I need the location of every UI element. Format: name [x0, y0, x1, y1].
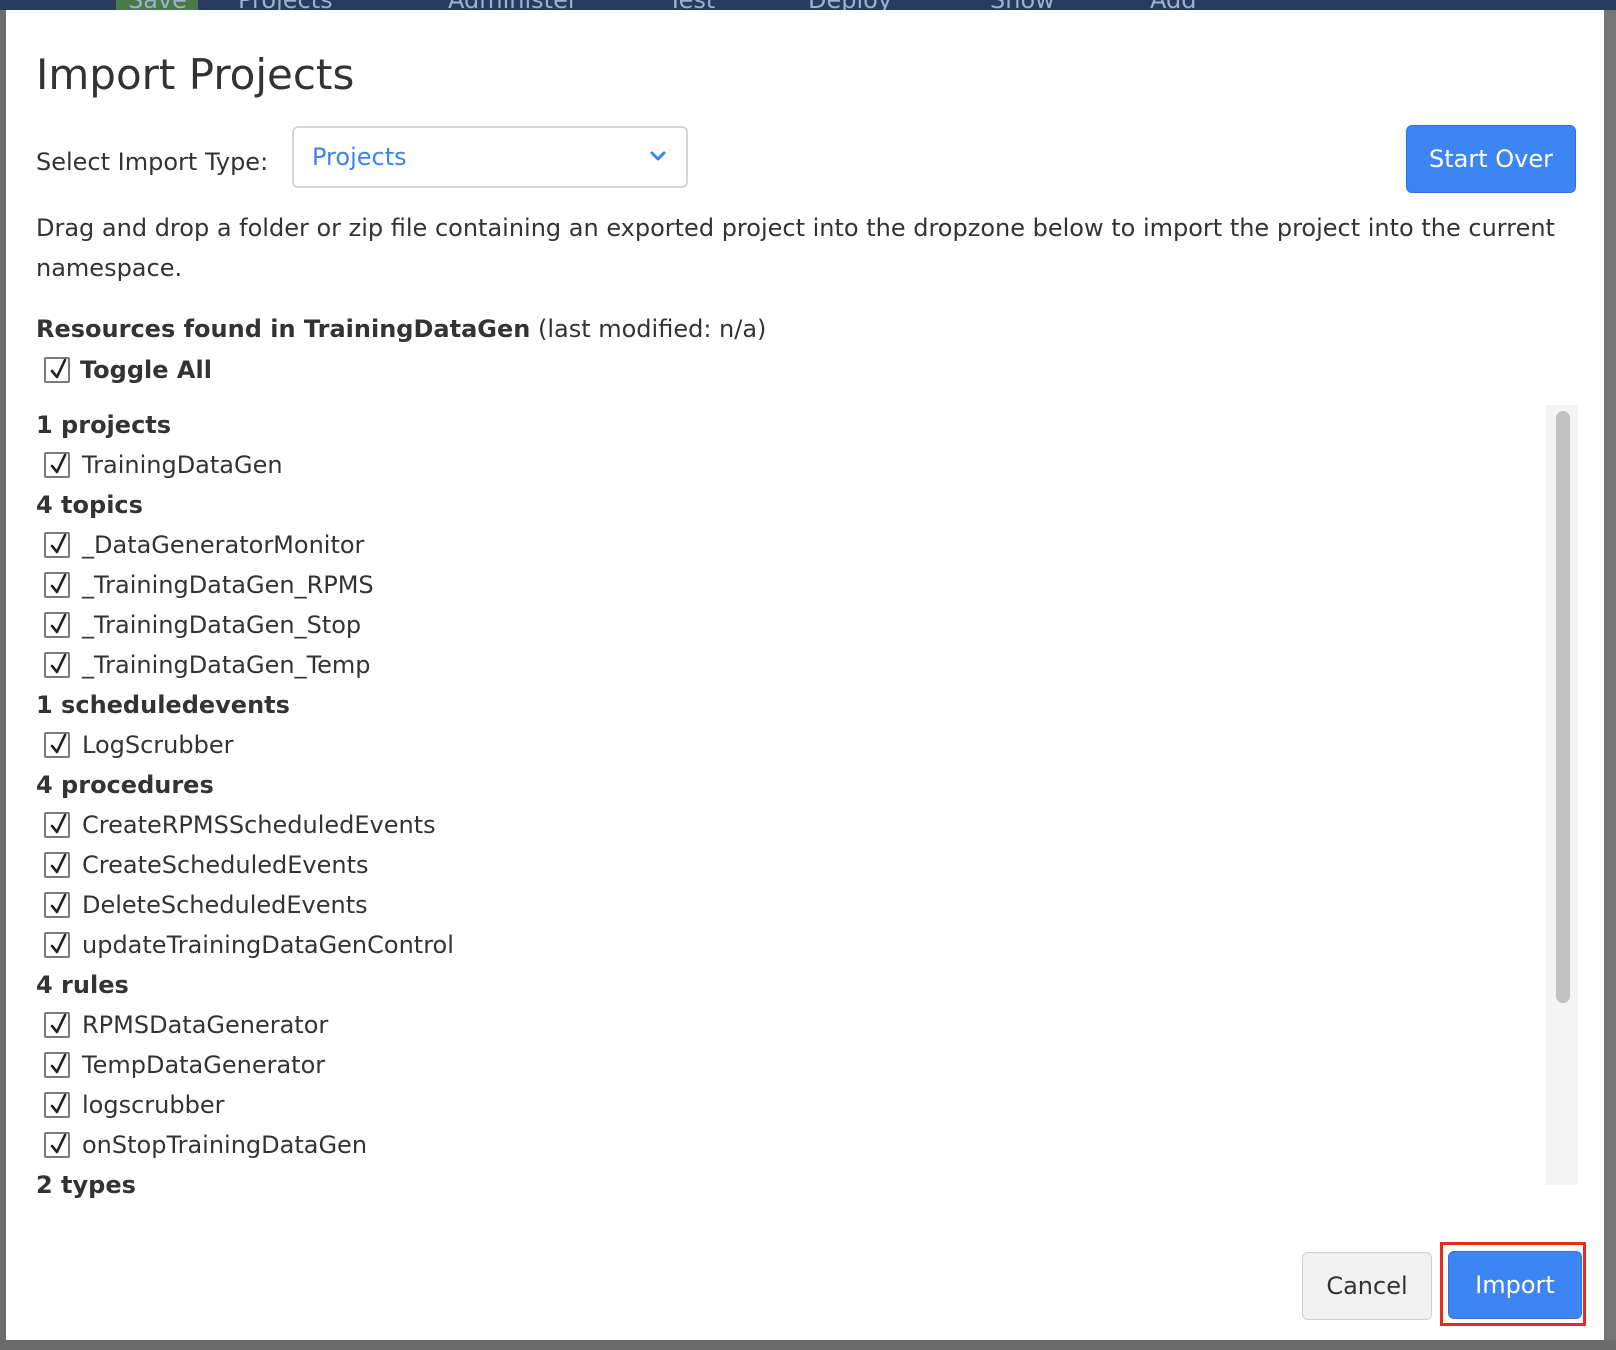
checkbox-icon[interactable] — [44, 532, 70, 558]
resource-list-scroll-area[interactable]: 1 projects TrainingDataGen 4 topics _DataGe… — [6, 405, 1578, 1205]
resource-item-label: RPMSDataGenerator — [82, 1011, 329, 1039]
toggle-all-label: Toggle All — [80, 356, 212, 384]
resource-checkbox-item[interactable]: _DataGeneratorMonitor — [36, 525, 1536, 565]
checkbox-icon[interactable] — [44, 1052, 70, 1078]
resource-group-heading: 2 types — [36, 1171, 136, 1199]
import-instructions: Drag and drop a folder or zip file conta… — [36, 214, 1555, 282]
resource-checkbox-item[interactable]: RPMSDataGenerator — [36, 1005, 1536, 1045]
resource-group-heading: 4 procedures — [36, 771, 214, 799]
import-type-value: Projects — [312, 143, 407, 171]
resource-list: 1 projects TrainingDataGen 4 topics _DataGe… — [36, 405, 1536, 1205]
resource-checkbox-item[interactable]: CreateScheduledEvents — [36, 845, 1536, 885]
chevron-down-icon — [650, 151, 666, 161]
checkbox-icon[interactable] — [44, 892, 70, 918]
resource-checkbox-item[interactable]: logscrubber — [36, 1085, 1536, 1125]
resource-item-label: TrainingDataGen — [82, 451, 283, 479]
import-button[interactable]: Import — [1448, 1251, 1582, 1319]
resource-item-label: updateTrainingDataGenControl — [82, 931, 454, 959]
resource-checkbox-item[interactable]: LogScrubber — [36, 725, 1536, 765]
toggle-all-checkbox[interactable]: Toggle All — [44, 356, 212, 384]
resource-item-label: DeleteScheduledEvents — [82, 891, 368, 919]
resource-item-label: _TrainingDataGen_Stop — [82, 611, 362, 639]
resources-last-modified: (last modified: n/a) — [530, 315, 767, 343]
resource-checkbox-item[interactable]: DeleteScheduledEvents — [36, 885, 1536, 925]
background-right-edge — [1604, 10, 1616, 1350]
resource-item-label: _TrainingDataGen_Temp — [82, 651, 371, 679]
resource-item-label: logscrubber — [82, 1091, 225, 1119]
resource-checkbox-item[interactable]: _TrainingDataGen_RPMS — [36, 565, 1536, 605]
checkmark-icon — [50, 453, 67, 474]
resource-item-label: TempDataGenerator — [82, 1051, 326, 1079]
checkbox-icon[interactable] — [44, 1012, 70, 1038]
checkmark-icon — [50, 358, 67, 379]
resource-item-label: CreateScheduledEvents — [82, 851, 369, 879]
checkmark-icon — [50, 653, 67, 674]
checkmark-icon — [50, 1013, 67, 1034]
checkmark-icon — [50, 613, 67, 634]
checkmark-icon — [50, 1093, 67, 1114]
resource-group-heading: 1 projects — [36, 411, 172, 439]
checkbox-icon[interactable] — [44, 652, 70, 678]
resource-item-label: CreateRPMSScheduledEvents — [82, 811, 436, 839]
checkmark-icon — [50, 853, 67, 874]
checkbox-icon[interactable] — [44, 932, 70, 958]
import-type-label: Select Import Type: — [36, 148, 269, 176]
start-over-button[interactable]: Start Over — [1406, 125, 1576, 193]
checkbox-icon[interactable] — [44, 452, 70, 478]
checkbox-icon[interactable] — [44, 732, 70, 758]
import-type-select[interactable]: Projects — [292, 126, 688, 188]
resource-checkbox-item[interactable]: onStopTrainingDataGen — [36, 1125, 1536, 1165]
background-menu-bar: Save Projects Administer Test Deploy Sho… — [0, 0, 1616, 14]
resource-group-heading: 4 topics — [36, 491, 143, 519]
dialog-title: Import Projects — [36, 50, 355, 99]
resource-checkbox-item[interactable]: CreateRPMSScheduledEvents — [36, 805, 1536, 845]
checkbox-icon[interactable] — [44, 612, 70, 638]
resource-checkbox-item[interactable]: _TrainingDataGen_Temp — [36, 645, 1536, 685]
resource-item-label: LogScrubber — [82, 731, 234, 759]
checkmark-icon — [50, 533, 67, 554]
resource-checkbox-item[interactable]: updateTrainingDataGenControl — [36, 925, 1536, 965]
checkbox-icon[interactable] — [44, 1092, 70, 1118]
checkmark-icon — [50, 813, 67, 834]
resource-group-heading: 4 rules — [36, 971, 129, 999]
checkmark-icon — [50, 893, 67, 914]
resources-heading-title: Resources found in TrainingDataGen — [36, 315, 531, 343]
checkbox-icon[interactable] — [44, 812, 70, 838]
resource-item-label: _TrainingDataGen_RPMS — [82, 571, 374, 599]
resource-checkbox-item[interactable]: TrainingDataGen — [36, 445, 1536, 485]
checkbox-icon[interactable] — [44, 852, 70, 878]
resource-checkbox-item[interactable]: _TrainingDataGen_Stop — [36, 605, 1536, 645]
resource-item-label: onStopTrainingDataGen — [82, 1131, 368, 1159]
background-bottom-edge — [0, 1340, 1616, 1350]
resource-item-label: _DataGeneratorMonitor — [82, 531, 365, 559]
checkmark-icon — [50, 733, 67, 754]
checkbox-icon[interactable] — [44, 572, 70, 598]
checkmark-icon — [50, 933, 67, 954]
checkmark-icon — [50, 1133, 67, 1154]
checkmark-icon — [50, 573, 67, 594]
checkbox-icon[interactable] — [44, 1132, 70, 1158]
resource-group-heading: 1 scheduledevents — [36, 691, 290, 719]
scrollbar-thumb[interactable] — [1556, 411, 1570, 1003]
cancel-button[interactable]: Cancel — [1302, 1252, 1432, 1320]
checkmark-icon — [50, 1053, 67, 1074]
resources-heading: Resources found in TrainingDataGen (last… — [36, 315, 766, 343]
checkbox-icon[interactable] — [44, 357, 70, 383]
resource-checkbox-item[interactable]: TempDataGenerator — [36, 1045, 1536, 1085]
import-projects-dialog: Import Projects Select Import Type: Proj… — [6, 10, 1604, 1340]
